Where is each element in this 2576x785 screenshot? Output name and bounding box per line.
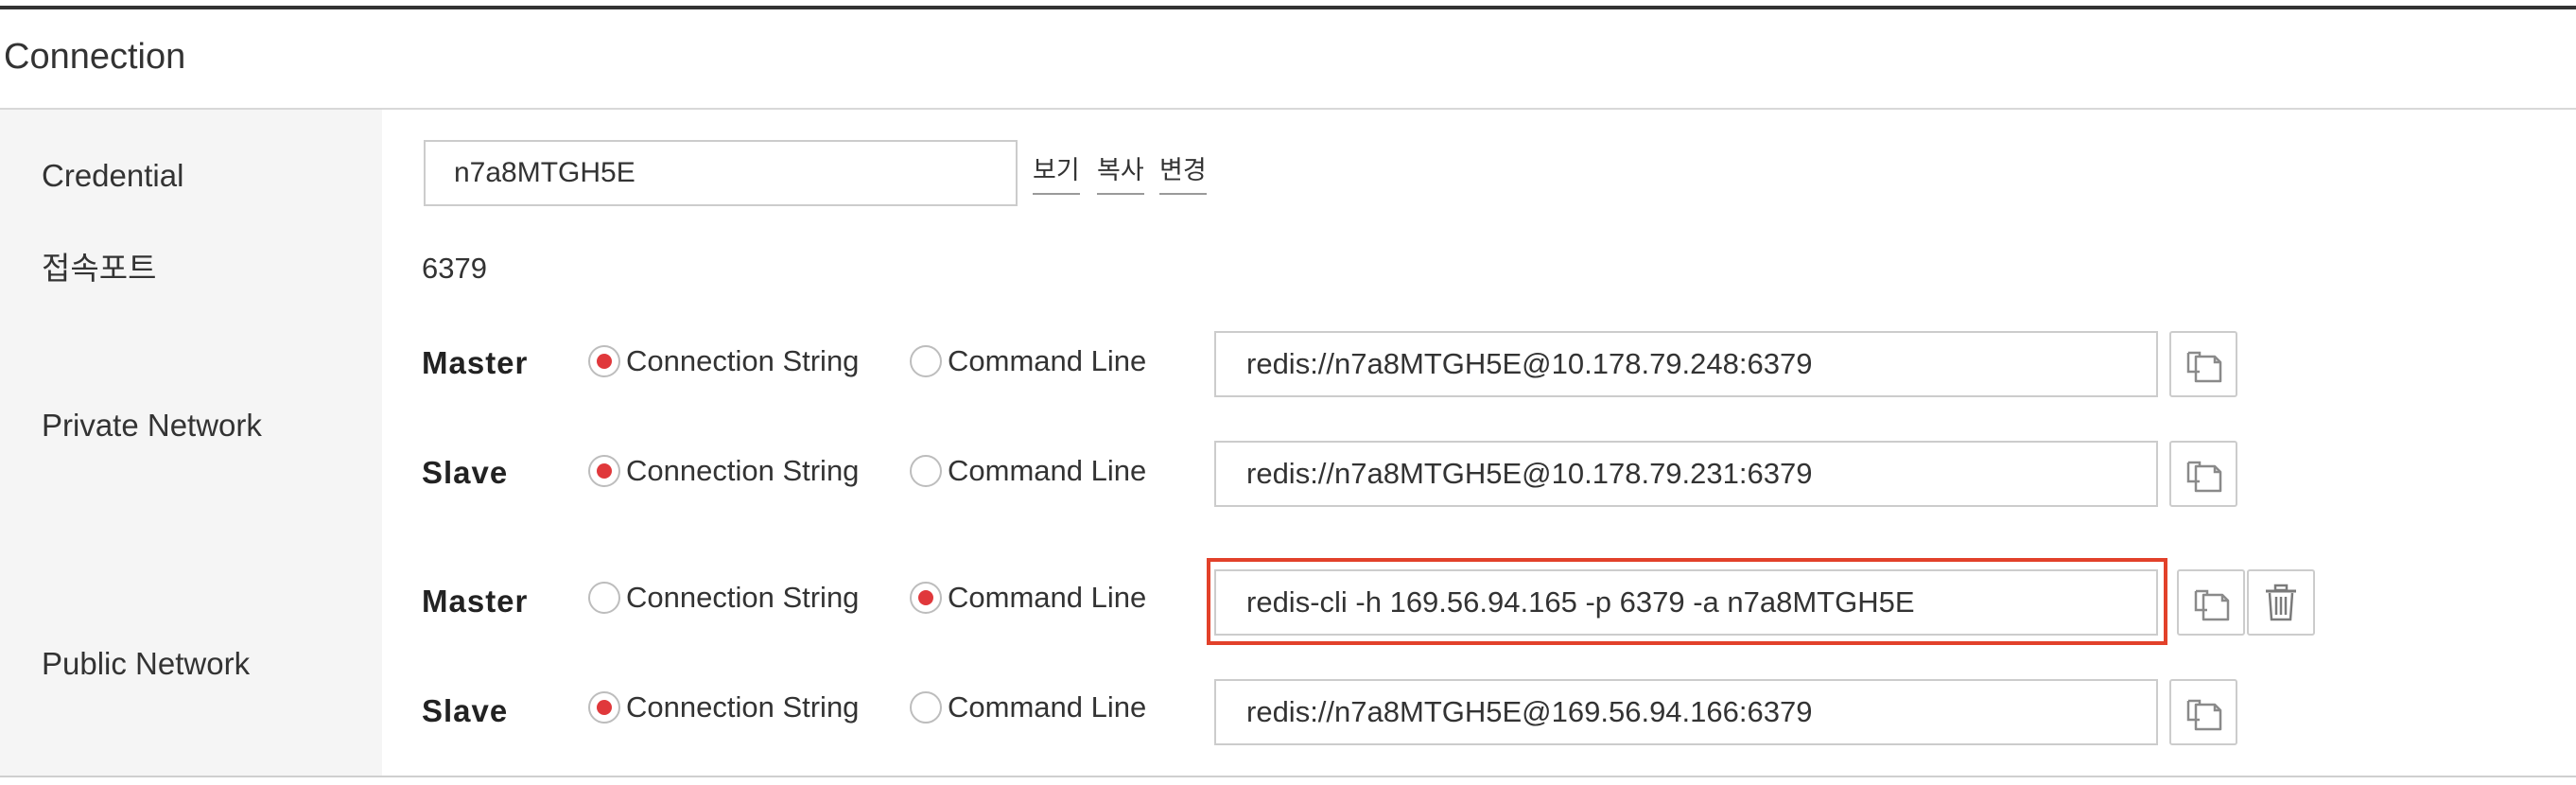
radio-label: Connection String (626, 344, 860, 377)
private-slave-copy-button[interactable] (2169, 441, 2237, 507)
private-slave-connection-string-radio[interactable]: Connection String (588, 452, 859, 490)
private-master-copy-button[interactable] (2169, 331, 2237, 397)
private-slave-command-line-radio[interactable]: Command Line (910, 452, 1146, 490)
public-slave-copy-button[interactable] (2169, 679, 2237, 745)
radio-button-icon (588, 582, 620, 614)
radio-label: Connection String (626, 690, 860, 724)
public-master-label: Master (422, 584, 529, 619)
credential-input[interactable] (424, 140, 1018, 206)
private-slave-connection-field[interactable] (1214, 441, 2158, 507)
credential-label: Credential (42, 158, 184, 193)
public-master-delete-button[interactable] (2247, 569, 2315, 636)
private-master-command-line-radio[interactable]: Command Line (910, 342, 1146, 380)
copy-icon (2186, 351, 2222, 383)
public-master-command-line-radio[interactable]: Command Line (910, 579, 1146, 617)
public-slave-connection-field[interactable] (1214, 679, 2158, 745)
view-credential-link[interactable]: 보기 (1033, 151, 1080, 195)
copy-icon (2186, 699, 2222, 731)
port-label: 접속포트 (42, 251, 157, 286)
public-master-connection-string-radio[interactable]: Connection String (588, 579, 859, 617)
copy-credential-link[interactable]: 복사 (1097, 151, 1144, 195)
private-master-connection-field[interactable] (1214, 331, 2158, 397)
trash-icon (2266, 584, 2296, 621)
radio-button-icon (910, 345, 942, 377)
top-divider (0, 6, 2576, 9)
radio-label: Command Line (948, 581, 1147, 614)
radio-label: Connection String (626, 454, 860, 487)
change-credential-link[interactable]: 변경 (1159, 151, 1207, 195)
port-value: 6379 (422, 252, 487, 285)
bottom-divider (0, 776, 2576, 777)
title-divider (0, 108, 2576, 110)
private-slave-label: Slave (422, 455, 509, 490)
radio-label: Command Line (948, 690, 1147, 724)
private-master-connection-string-radio[interactable]: Connection String (588, 342, 859, 380)
radio-button-selected-icon (588, 691, 620, 724)
radio-button-icon (910, 455, 942, 487)
highlight-box (1207, 558, 2167, 645)
radio-button-selected-icon (588, 455, 620, 487)
public-network-label: Public Network (42, 646, 251, 681)
radio-button-icon (910, 691, 942, 724)
radio-label: Command Line (948, 344, 1147, 377)
radio-button-selected-icon (588, 345, 620, 377)
public-master-copy-button[interactable] (2177, 569, 2245, 636)
radio-label: Connection String (626, 581, 860, 614)
public-slave-label: Slave (422, 693, 509, 728)
section-title: Connection (4, 37, 186, 77)
radio-button-selected-icon (910, 582, 942, 614)
copy-icon (2194, 589, 2230, 621)
private-network-label: Private Network (42, 408, 262, 443)
public-slave-connection-string-radio[interactable]: Connection String (588, 689, 859, 726)
copy-icon (2186, 461, 2222, 493)
private-master-label: Master (422, 345, 529, 380)
radio-label: Command Line (948, 454, 1147, 487)
public-slave-command-line-radio[interactable]: Command Line (910, 689, 1146, 726)
